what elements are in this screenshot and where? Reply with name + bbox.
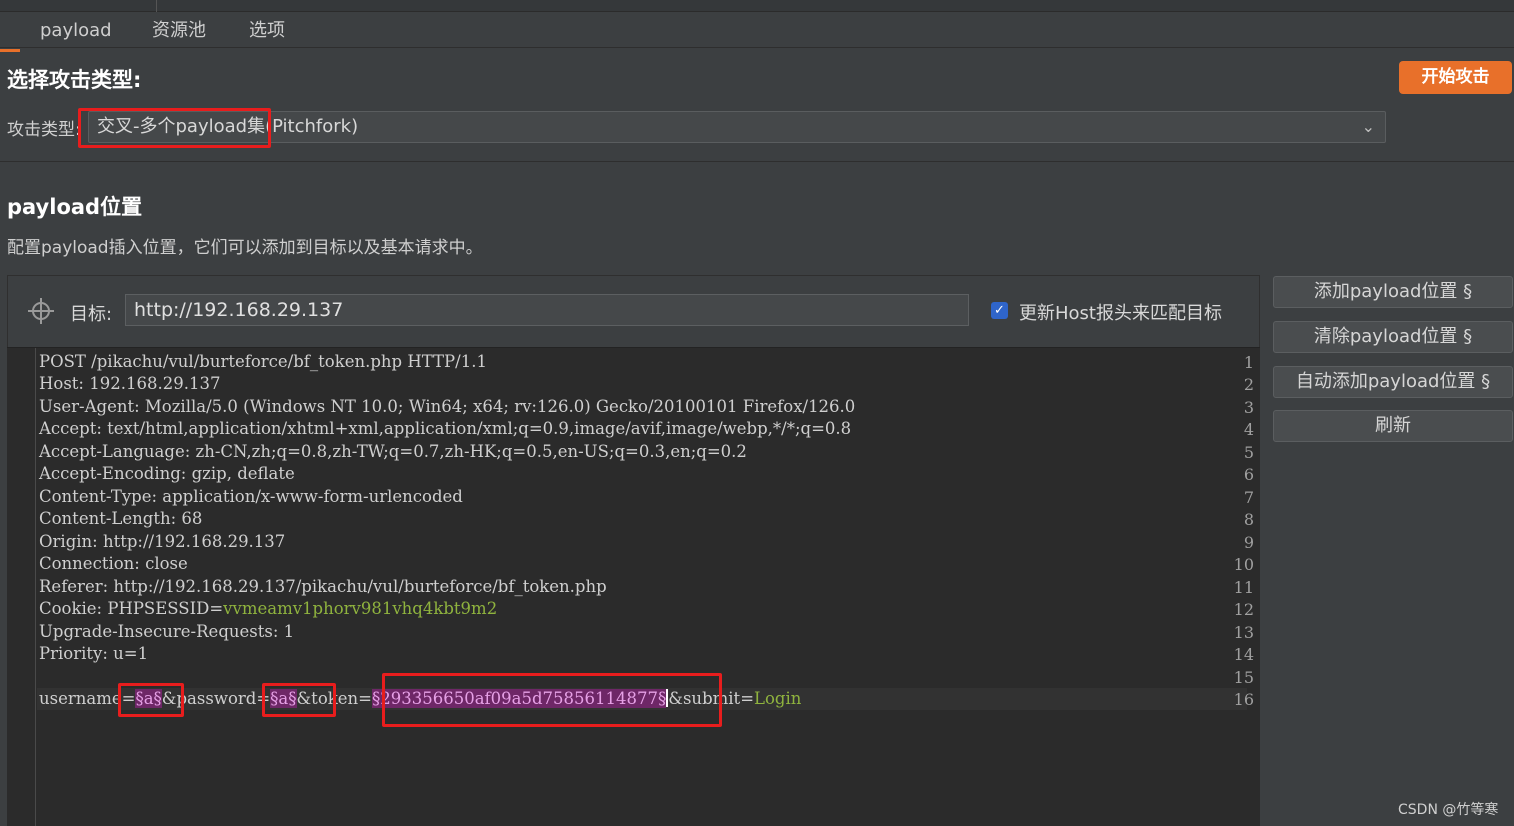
update-host-label: 更新Host报头来匹配目标 (1019, 303, 1222, 324)
tab-separator (156, 0, 157, 12)
request-line: User-Agent: Mozilla/5.0 (Windows NT 10.0… (39, 397, 856, 416)
line-number: 12 (1233, 600, 1254, 619)
line-number: 4 (1243, 420, 1254, 439)
cookie-value: vvmeamv1phorv981vhq4kbt9m2 (223, 599, 498, 618)
add-payload-position-button[interactable]: 添加payload位置 § (1273, 276, 1513, 308)
target-url-input[interactable]: http://192.168.29.137 (125, 294, 969, 326)
request-editor[interactable]: 1 2 3 4 5 6 7 8 9 10 11 12 13 14 15 16 P… (7, 347, 1260, 826)
chevron-down-icon: ⌄ (1361, 117, 1375, 136)
equals-sign: = (256, 689, 271, 708)
line-number: 11 (1233, 578, 1254, 597)
line-number: 1 (1243, 353, 1254, 372)
line-number: 8 (1243, 510, 1254, 529)
payload-marker-3: §293356650af09a5d75856114877§ (371, 689, 667, 708)
request-line: Connection: close (39, 554, 188, 573)
payload-marker-2: §a§ (270, 689, 297, 708)
line-number: 6 (1243, 465, 1254, 484)
payload-positions-description: 配置payload插入位置，它们可以添加到目标以及基本请求中。 (7, 238, 483, 258)
line-number: 16 (1233, 690, 1254, 709)
attack-type-title: 选择攻击类型: (7, 68, 142, 92)
submit-value: Login (754, 689, 802, 708)
top-strip (0, 0, 1514, 12)
attack-type-select[interactable]: 交叉-多个payload集(Pitchfork) ⌄ (88, 111, 1386, 143)
update-host-checkbox[interactable]: ✓ (991, 302, 1008, 319)
target-panel: 目标: http://192.168.29.137 ✓ 更新Host报头来匹配目… (7, 275, 1260, 347)
cookie-header: Cookie: PHPSESSID= (39, 599, 224, 618)
param-token: &token (296, 689, 359, 708)
line-number: 9 (1243, 533, 1254, 552)
param-submit: &submit (668, 689, 741, 708)
attack-type-label: 攻击类型: (7, 120, 81, 140)
line-number: 3 (1243, 398, 1254, 417)
line-number-gutter (7, 348, 36, 826)
tab-resource-pool[interactable]: 资源池 (152, 16, 206, 46)
param-password: &password (161, 689, 257, 708)
request-line: Origin: http://192.168.29.137 (39, 532, 286, 551)
request-line: Host: 192.168.29.137 (39, 374, 221, 393)
equals-sign: = (740, 689, 755, 708)
equals-sign: = (121, 689, 136, 708)
crosshair-icon[interactable] (28, 298, 54, 324)
request-line: Priority: u=1 (39, 644, 149, 663)
line-number: 15 (1233, 668, 1254, 687)
tab-options[interactable]: 选项 (249, 16, 285, 46)
request-line: Content-Type: application/x-www-form-url… (39, 487, 463, 506)
clear-payload-position-button[interactable]: 清除payload位置 § (1273, 321, 1513, 353)
start-attack-button[interactable]: 开始攻击 (1399, 61, 1512, 94)
tab-bar: payload 资源池 选项 (0, 12, 1514, 52)
request-line: Upgrade-Insecure-Requests: 1 (39, 622, 295, 641)
request-body-line: username=§a§&password=§a§&token=§2933566… (39, 689, 801, 708)
request-line: Referer: http://192.168.29.137/pikachu/v… (39, 577, 607, 596)
refresh-button[interactable]: 刷新 (1273, 410, 1513, 442)
line-number: 13 (1233, 623, 1254, 642)
payload-positions-title: payload位置 (7, 195, 143, 219)
auto-add-payload-position-button[interactable]: 自动添加payload位置 § (1273, 366, 1513, 398)
payload-marker-1: §a§ (135, 689, 162, 708)
section-divider (0, 161, 1514, 162)
equals-sign: = (358, 689, 372, 708)
tab-payload[interactable]: payload (0, 16, 112, 52)
line-number: 5 (1243, 443, 1254, 462)
request-line: Content-Length: 68 (39, 509, 203, 528)
param-username: username (39, 689, 122, 708)
target-label: 目标: (70, 304, 113, 325)
request-line: POST /pikachu/vul/burteforce/bf_token.ph… (39, 352, 487, 371)
request-line-cookie: Cookie: PHPSESSID=vvmeamv1phorv981vhq4kb… (39, 599, 497, 618)
line-number: 2 (1243, 375, 1254, 394)
line-number: 14 (1233, 645, 1254, 664)
request-line: Accept: text/html,application/xhtml+xml,… (39, 419, 852, 438)
line-number: 10 (1233, 555, 1254, 574)
watermark: CSDN @竹等寒 (1398, 802, 1499, 818)
attack-type-value: 交叉-多个payload集(Pitchfork) (97, 116, 359, 137)
line-number: 7 (1243, 488, 1254, 507)
request-line: Accept-Encoding: gzip, deflate (39, 464, 295, 483)
request-line: Accept-Language: zh-CN,zh;q=0.8,zh-TW;q=… (39, 442, 747, 461)
